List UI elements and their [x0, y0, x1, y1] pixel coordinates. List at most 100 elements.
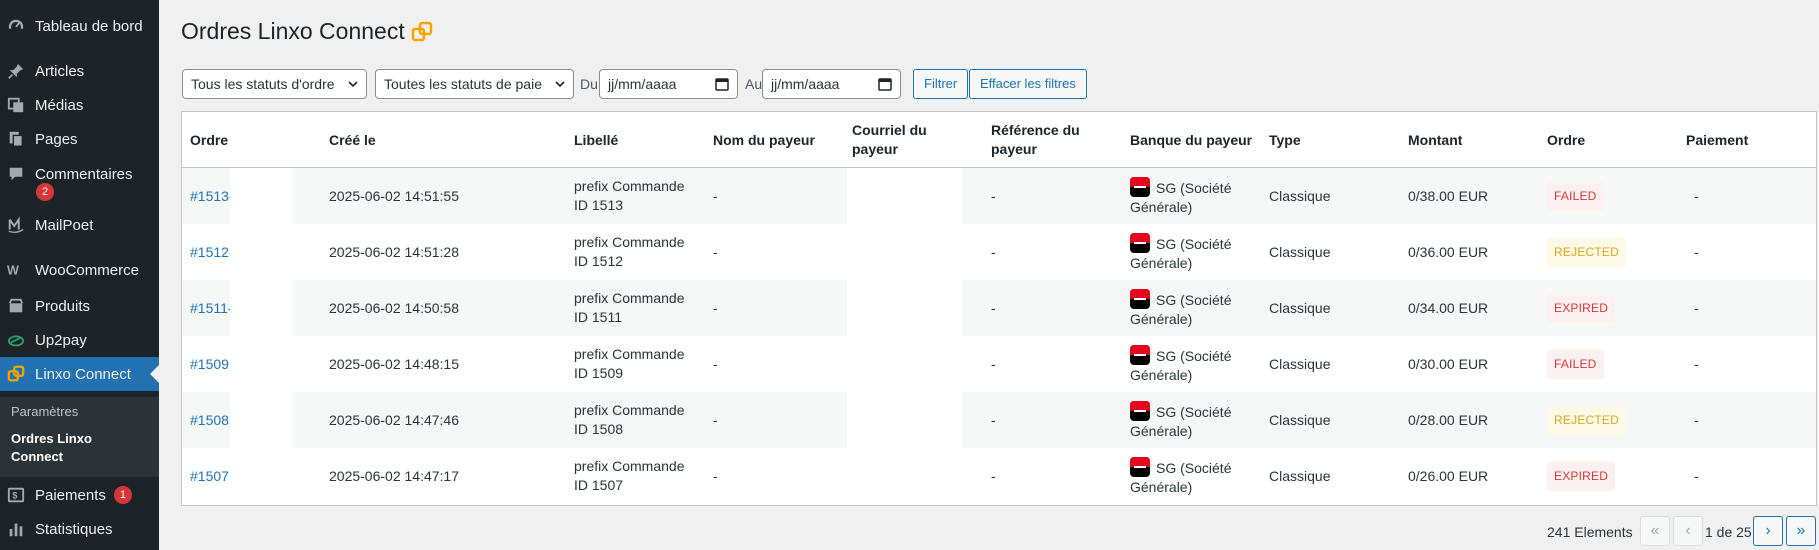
- payment-status-value: Toutes les statuts de paie: [384, 76, 542, 92]
- col-amount[interactable]: Montant: [1408, 112, 1462, 168]
- redacted-block: [230, 280, 292, 336]
- bank-logo-icon: [1130, 177, 1150, 197]
- order-link[interactable]: #1513-: [190, 187, 234, 206]
- pagination: 241 Elements « ‹ 1 de 25 › »: [159, 516, 1819, 546]
- col-created[interactable]: Créé le: [329, 112, 376, 168]
- dashboard-icon: [6, 16, 26, 36]
- stats-icon: [6, 519, 26, 539]
- orders-table: Ordre Créé le Libellé Nom du payeur Cour…: [181, 111, 1817, 506]
- sidebar-item-woocommerce[interactable]: W WooCommerce: [0, 258, 159, 282]
- first-page-button[interactable]: «: [1640, 516, 1670, 546]
- to-date-input[interactable]: jj/mm/aaaa: [762, 69, 901, 99]
- col-payment[interactable]: Paiement: [1686, 112, 1748, 168]
- amount-cell: 0/38.00 EUR: [1408, 187, 1489, 204]
- sidebar-item-dashboard[interactable]: Tableau de bord: [0, 14, 159, 38]
- comment-icon: [6, 164, 26, 184]
- bank-cell: SG (Société Générale): [1130, 392, 1255, 448]
- order-link[interactable]: #1509: [190, 355, 229, 374]
- order-status-value: Tous les statuts d'ordre: [191, 76, 335, 92]
- payment-cell: -: [1694, 187, 1699, 204]
- bank-cell: SG (Société Générale): [1130, 168, 1255, 224]
- sidebar-item-up2pay[interactable]: Up2pay: [0, 328, 159, 352]
- redacted-block: [230, 392, 292, 448]
- col-type[interactable]: Type: [1269, 112, 1301, 168]
- filter-button[interactable]: Filtrer: [913, 69, 969, 99]
- order-link[interactable]: #1507: [190, 467, 229, 486]
- payer-name-cell: -: [713, 467, 718, 484]
- amount-cell: 0/30.00 EUR: [1408, 355, 1489, 372]
- amount-cell: 0/34.00 EUR: [1408, 299, 1489, 316]
- redacted-email-block: [847, 336, 962, 392]
- order-link[interactable]: #1508: [190, 411, 229, 430]
- order-link[interactable]: #1512-: [190, 243, 234, 262]
- sidebar-item-linxo-connect[interactable]: Linxo Connect: [0, 357, 159, 391]
- sidebar-item-statistics[interactable]: Statistiques: [0, 517, 159, 541]
- media-icon: [6, 95, 26, 115]
- pin-icon: [6, 61, 26, 81]
- payer-name-cell: -: [713, 355, 718, 372]
- submenu-item-settings[interactable]: Paramètres: [11, 404, 78, 419]
- table-row: #1511- 2025-06-02 14:50:58 prefix Commande…: [182, 280, 1816, 336]
- linxo-logo-icon: [411, 21, 432, 41]
- calendar-icon[interactable]: [715, 77, 729, 91]
- table-row: #1509 2025-06-02 14:48:15 prefix Commande …: [182, 336, 1816, 392]
- type-cell: Classique: [1269, 355, 1331, 372]
- payment-cell: -: [1694, 299, 1699, 316]
- col-order[interactable]: Ordre: [190, 112, 228, 168]
- amount-cell: 0/26.00 EUR: [1408, 467, 1489, 484]
- sidebar-item-comments[interactable]: Commentaires: [0, 162, 159, 186]
- col-payer-ref[interactable]: Référence du payeur: [991, 112, 1111, 168]
- order-cell: #1513-: [190, 168, 234, 224]
- order-status-select[interactable]: Tous les statuts d'ordre: [182, 69, 367, 99]
- payer-ref-cell: -: [991, 467, 996, 484]
- amount-cell: 0/28.00 EUR: [1408, 411, 1489, 428]
- created-cell: 2025-06-02 14:51:28: [329, 243, 459, 260]
- col-label[interactable]: Libellé: [574, 112, 618, 168]
- col-payer-email[interactable]: Courriel du payeur: [852, 112, 972, 168]
- payer-name-cell: -: [713, 299, 718, 316]
- sidebar-item-medias[interactable]: Médias: [0, 93, 159, 117]
- status-badge: REJECTED: [1547, 405, 1626, 435]
- payment-status-select[interactable]: Toutes les statuts de paie: [375, 69, 574, 99]
- redacted-block: [230, 336, 292, 392]
- sidebar-item-label: Pages: [35, 130, 78, 148]
- mailpoet-icon: [6, 215, 26, 235]
- sidebar-item-articles[interactable]: Articles: [0, 59, 159, 83]
- redacted-email-block: [847, 224, 962, 280]
- sidebar-item-label: Tableau de bord: [35, 17, 143, 35]
- redacted-block: [230, 224, 292, 280]
- sidebar-item-mailpoet[interactable]: MailPoet: [0, 213, 159, 237]
- clear-filters-button[interactable]: Effacer les filtres: [969, 69, 1087, 99]
- status-cell: EXPIRED: [1547, 448, 1616, 504]
- chevron-down-icon: [555, 81, 565, 88]
- last-page-button[interactable]: »: [1786, 516, 1816, 546]
- label-cell: prefix Commande ID 1507: [574, 458, 685, 493]
- bank-cell: SG (Société Générale): [1130, 448, 1255, 504]
- active-arrow: [150, 365, 159, 383]
- created-cell: 2025-06-02 14:47:17: [329, 467, 459, 484]
- page-title: Ordres Linxo Connect: [181, 18, 405, 44]
- payment-cell: -: [1694, 355, 1699, 372]
- col-payer-name[interactable]: Nom du payeur: [713, 112, 815, 168]
- label-cell: prefix Commande ID 1509: [574, 346, 685, 381]
- bank-logo-icon: [1130, 401, 1150, 421]
- sidebar-item-products[interactable]: Produits: [0, 294, 159, 318]
- from-date-input[interactable]: jj/mm/aaaa: [599, 69, 738, 99]
- bank-cell: SG (Société Générale): [1130, 280, 1255, 336]
- order-link[interactable]: #1511-: [190, 299, 233, 318]
- total-count: 241 Elements: [1547, 524, 1633, 540]
- payer-ref-cell: -: [991, 411, 996, 428]
- sidebar-item-label: Commentaires: [35, 165, 133, 183]
- next-page-button[interactable]: ›: [1753, 516, 1783, 546]
- order-cell: #1507: [190, 448, 229, 504]
- calendar-icon[interactable]: [878, 77, 892, 91]
- prev-page-button[interactable]: ‹: [1673, 516, 1703, 546]
- col-payer-bank[interactable]: Banque du payeur: [1130, 112, 1252, 168]
- sidebar-item-label: Linxo Connect: [35, 365, 131, 383]
- sidebar-item-pages[interactable]: Pages: [0, 127, 159, 151]
- sidebar-item-payments[interactable]: $ Paiements 1: [0, 483, 159, 507]
- sidebar-item-label: Articles: [35, 62, 85, 80]
- submenu-item-orders[interactable]: Ordres Linxo Connect: [11, 430, 131, 466]
- col-order-status[interactable]: Ordre: [1547, 112, 1585, 168]
- bank-logo-icon: [1130, 289, 1150, 309]
